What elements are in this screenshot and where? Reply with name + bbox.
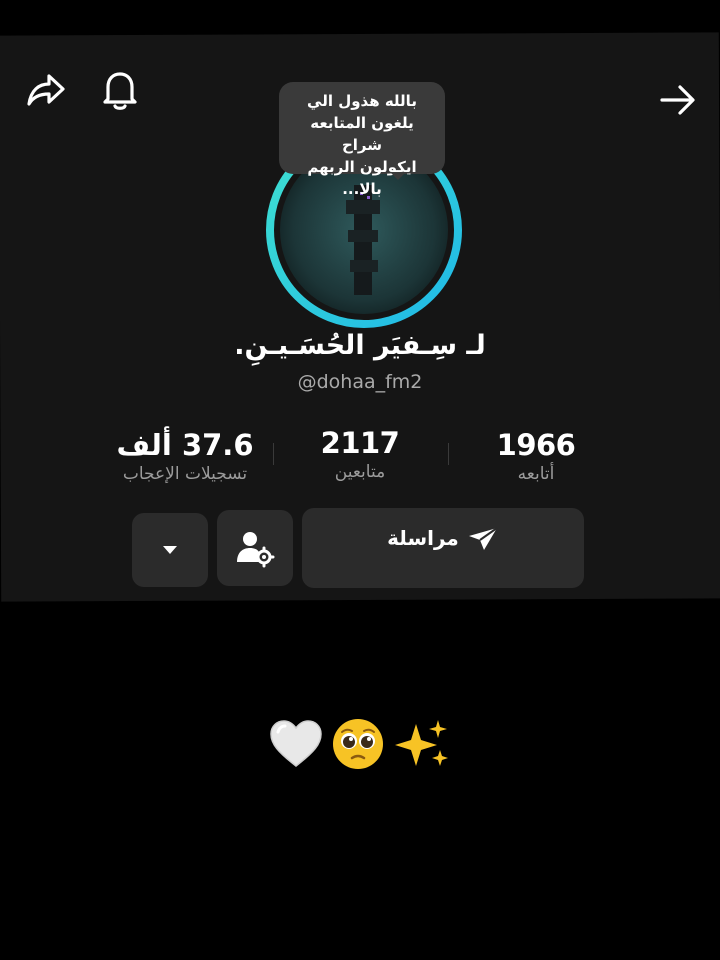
sparkles-emoji [395,720,448,766]
note-line-2: يلغون المتابعه شراح [310,114,414,154]
notifications-button[interactable] [98,68,142,112]
more-dropdown-button[interactable] [132,513,208,587]
arrow-right-icon [660,85,695,115]
share-arrow-icon [27,74,65,106]
display-name: لـ سِـفيَر الحُسَـيـنِ. [234,330,486,361]
followers-label: متابعين [334,462,386,482]
stat-likes[interactable]: 37.6 ألف تسجيلات الإعجاب [85,428,285,484]
caret-down-icon [163,546,177,554]
note-line-1: بالله هذول الي [307,92,417,110]
bell-icon [103,72,137,110]
paper-plane-icon [468,527,498,550]
note-line-3: ايكولون الربهم بالا... [307,158,417,198]
likes-label: تسجيلات الإعجاب [122,464,248,484]
white-heart-emoji [270,720,322,767]
note-bubble[interactable]: بالله هذول الي يلغون المتابعه شراح ايكول… [279,82,445,198]
likes-count: 37.6 ألف [116,428,254,462]
user-gear-icon [237,532,275,568]
forward-button[interactable] [656,78,700,122]
following-count: 1966 [496,428,576,462]
user-settings-button[interactable] [217,510,293,586]
bio-emojis [240,712,480,776]
username[interactable]: @dohaa_fm2 [230,371,490,393]
stat-following[interactable]: 1966 أتابعه [436,428,636,484]
followers-count: 2117 [320,426,400,460]
note-bubble-tail [390,172,406,180]
share-button[interactable] [24,68,68,112]
stat-followers[interactable]: 2117 متابعين [260,426,460,482]
message-label: مراسلة [387,526,459,550]
message-button[interactable]: مراسلة [302,508,584,588]
pleading-face-emoji [333,719,383,769]
following-label: أتابعه [517,464,555,484]
